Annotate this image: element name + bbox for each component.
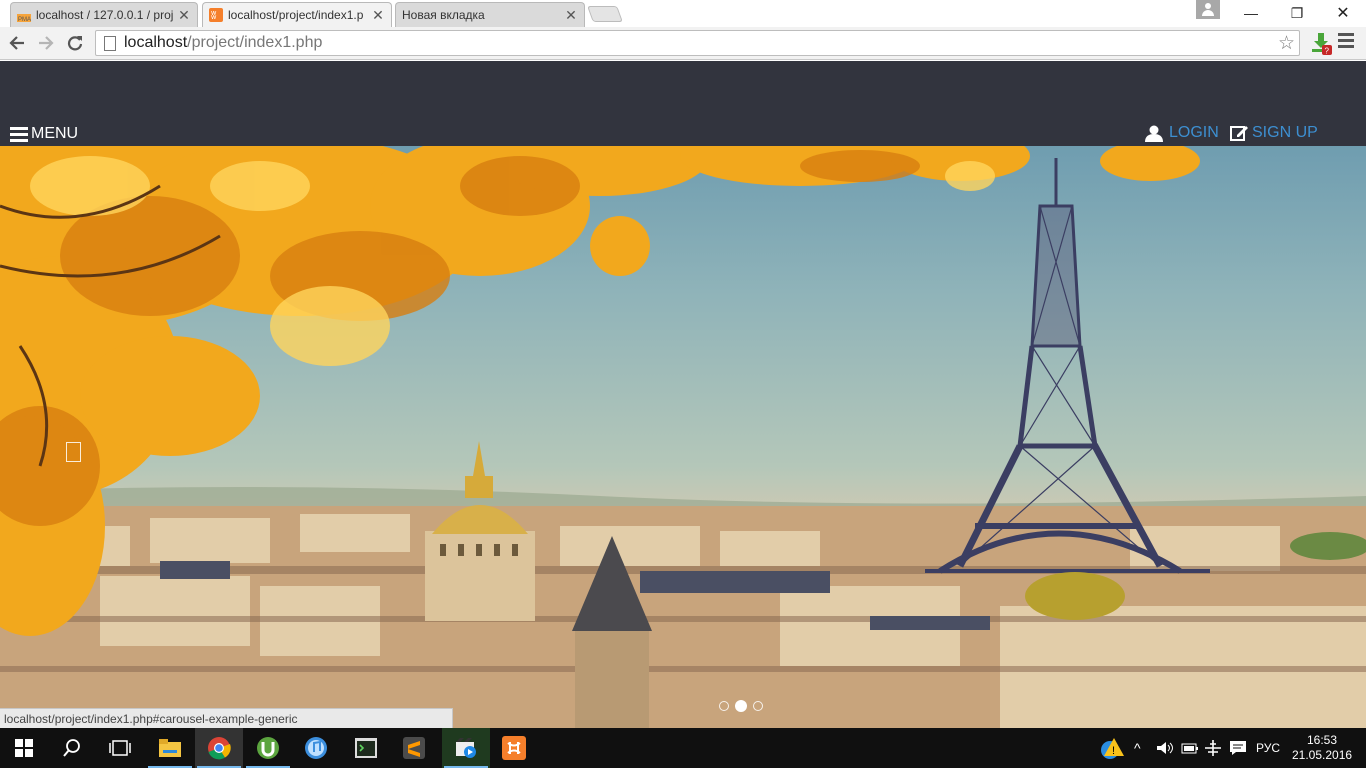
user-icon bbox=[1145, 125, 1163, 142]
tab-title: localhost / 127.0.0.1 / proj bbox=[36, 8, 174, 22]
carousel-indicator-3[interactable] bbox=[753, 701, 763, 711]
login-link[interactable]: LOGIN bbox=[1145, 124, 1219, 142]
search-icon bbox=[63, 739, 80, 757]
carousel-prev-control[interactable] bbox=[66, 442, 81, 462]
tab-phpmyadmin[interactable]: PMA localhost / 127.0.0.1 / proj ✕ bbox=[10, 2, 198, 27]
volume-icon[interactable] bbox=[1156, 728, 1174, 768]
sublime-text-icon bbox=[403, 737, 425, 759]
file-explorer-button[interactable] bbox=[146, 728, 194, 768]
xampp-icon bbox=[502, 736, 526, 760]
close-window-button[interactable]: ✕ bbox=[1320, 0, 1366, 26]
page-icon bbox=[104, 35, 116, 51]
close-tab-icon[interactable]: ✕ bbox=[371, 7, 385, 24]
airplane-mode-icon[interactable] bbox=[1205, 728, 1221, 768]
clock[interactable]: 16:53 21.05.2016 bbox=[1292, 733, 1352, 763]
user-profile-icon[interactable] bbox=[1196, 0, 1220, 19]
svg-text:!: ! bbox=[1112, 745, 1115, 757]
date: 21.05.2016 bbox=[1292, 748, 1353, 762]
windows-taskbar: ! ^ РУС 16:53 21.05.2016 bbox=[0, 728, 1366, 768]
maximize-button[interactable]: ❐ bbox=[1274, 0, 1320, 26]
chevron-up-icon[interactable]: ^ bbox=[1134, 728, 1141, 768]
task-view-button[interactable] bbox=[96, 728, 144, 768]
download-extension-icon[interactable]: ? bbox=[1309, 31, 1333, 56]
back-arrow-icon bbox=[9, 36, 24, 50]
close-tab-icon[interactable]: ✕ bbox=[564, 7, 578, 24]
terminal-button[interactable] bbox=[342, 728, 390, 768]
battery-icon bbox=[1181, 728, 1199, 768]
site-header: MENU LOGIN SIGN UP bbox=[0, 61, 1366, 146]
task-view-icon bbox=[109, 740, 131, 756]
file-explorer-icon bbox=[159, 739, 181, 757]
tab-title: localhost/project/index1.p bbox=[228, 8, 364, 22]
action-center-icon[interactable] bbox=[1229, 728, 1247, 768]
url-text: localhost/project/index1.php bbox=[124, 34, 323, 51]
xampp-button[interactable] bbox=[490, 728, 538, 768]
menu-button[interactable]: MENU bbox=[10, 125, 78, 143]
chrome-icon bbox=[208, 737, 231, 760]
browser-toolbar: localhost/project/index1.php ☆ ? bbox=[0, 27, 1366, 60]
time: 16:53 bbox=[1306, 733, 1338, 747]
carousel-indicator-1[interactable] bbox=[719, 701, 729, 711]
phpmyadmin-icon: PMA bbox=[17, 8, 31, 23]
video-editor-button[interactable] bbox=[442, 728, 490, 768]
utorrent-button[interactable] bbox=[244, 728, 292, 768]
bookmark-star-icon[interactable]: ☆ bbox=[1278, 32, 1295, 55]
reload-icon bbox=[67, 36, 83, 51]
chrome-button[interactable] bbox=[195, 728, 243, 768]
close-tab-icon[interactable]: ✕ bbox=[177, 7, 191, 24]
menu-label: MENU bbox=[31, 125, 79, 142]
browser-tab-strip: PMA localhost / 127.0.0.1 / proj ✕ ʬ loc… bbox=[0, 0, 1366, 27]
back-button[interactable] bbox=[4, 31, 30, 55]
signup-label: SIGN UP bbox=[1252, 124, 1318, 141]
tab-new-tab[interactable]: Новая вкладка ✕ bbox=[395, 2, 585, 27]
svg-text:PMA: PMA bbox=[18, 17, 31, 22]
paris-autumn-image bbox=[0, 146, 1366, 728]
itunes-button[interactable] bbox=[292, 728, 340, 768]
signup-link[interactable]: SIGN UP bbox=[1230, 124, 1318, 142]
carousel-indicators bbox=[719, 700, 763, 712]
svg-text:?: ? bbox=[1325, 47, 1330, 56]
new-tab-button[interactable] bbox=[587, 6, 623, 22]
address-bar[interactable]: localhost/project/index1.php ☆ bbox=[95, 30, 1300, 56]
edit-icon bbox=[1230, 126, 1248, 141]
language-indicator[interactable]: РУС bbox=[1256, 728, 1280, 768]
forward-arrow-icon bbox=[39, 36, 54, 50]
start-button[interactable] bbox=[0, 728, 48, 768]
chrome-menu-icon[interactable] bbox=[1338, 33, 1354, 53]
web-page: MENU LOGIN SIGN UP bbox=[0, 61, 1366, 728]
notification-icon[interactable]: ! bbox=[1100, 728, 1126, 768]
sublime-text-button[interactable] bbox=[390, 728, 438, 768]
xampp-icon: ʬ bbox=[209, 8, 223, 22]
forward-button[interactable] bbox=[33, 31, 59, 55]
terminal-icon bbox=[355, 738, 377, 758]
link-status-bubble: localhost/project/index1.php#carousel-ex… bbox=[0, 708, 453, 728]
itunes-icon bbox=[305, 737, 327, 759]
utorrent-icon bbox=[257, 737, 279, 759]
windows-logo-icon bbox=[15, 739, 33, 757]
hamburger-icon bbox=[10, 126, 28, 142]
video-editor-icon bbox=[456, 738, 476, 758]
svg-text:ʬ: ʬ bbox=[211, 10, 217, 22]
tab-title: Новая вкладка bbox=[402, 8, 485, 22]
tab-index1[interactable]: ʬ localhost/project/index1.p ✕ bbox=[202, 2, 392, 27]
search-button[interactable] bbox=[48, 728, 96, 768]
login-label: LOGIN bbox=[1169, 124, 1219, 141]
carousel-slide bbox=[0, 146, 1366, 728]
reload-button[interactable] bbox=[62, 31, 88, 55]
minimize-button[interactable]: — bbox=[1228, 0, 1274, 26]
carousel-indicator-2[interactable] bbox=[735, 700, 747, 712]
